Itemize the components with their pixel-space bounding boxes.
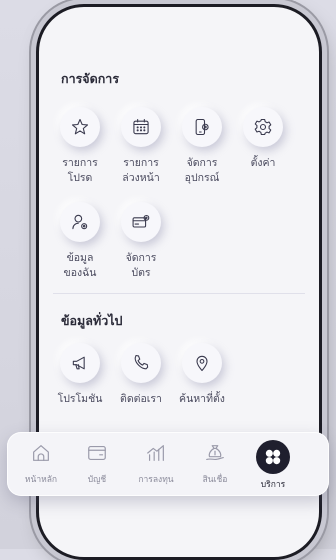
section-title-manage: การจัดการ [61, 71, 120, 86]
tab-label: บัญชี [87, 475, 107, 485]
tab-label: สินเชื่อ [202, 475, 228, 485]
section-title-general: ข้อมูลทั่วไป [61, 313, 123, 328]
tab-label: หน้าหลัก [24, 475, 58, 485]
device-settings-icon [195, 118, 209, 136]
gear-icon [254, 118, 272, 136]
user-settings-icon [72, 214, 88, 230]
tab-accounts[interactable]: บัญชี [69, 442, 125, 486]
menu-item-label: จัดการ อุปกรณ์ [184, 157, 220, 184]
wallet-icon [88, 445, 106, 461]
location-pin-icon [196, 355, 208, 372]
card-settings-icon [132, 214, 150, 228]
menu-item-manage-devices[interactable]: จัดการ อุปกรณ์ [171, 107, 233, 186]
tab-label: การลงทุน [138, 475, 174, 485]
menu-item-label: โปรโมชัน [57, 393, 103, 405]
menu-item-label: ค้นหาที่ตั้ง [179, 393, 225, 405]
menu-item-label: ติดต่อเรา [120, 393, 162, 405]
tab-investment[interactable]: การลงทุน [128, 442, 184, 486]
menu-item-contact-us[interactable]: ติดต่อเรา [110, 343, 172, 407]
menu-item-promotions[interactable]: โปรโมชัน [49, 343, 111, 407]
home-icon [33, 445, 49, 461]
phone-icon [134, 354, 149, 370]
tab-home[interactable]: หน้าหลัก [13, 442, 69, 486]
megaphone-icon [72, 356, 85, 370]
menu-item-label: ตั้งค่า [250, 157, 276, 169]
menu-item-label: รายการ โปรด [62, 157, 98, 184]
menu-item-find-location[interactable]: ค้นหาที่ตั้ง [171, 343, 233, 407]
menu-item-label: รายการ ล่วงหน้า [122, 157, 160, 184]
menu-item-my-info[interactable]: ข้อมูล ของฉัน [49, 202, 111, 281]
menu-item-manage-cards[interactable]: จัดการ บัตร [110, 202, 172, 281]
menu-item-label: ข้อมูล ของฉัน [63, 252, 97, 279]
section-divider [53, 293, 305, 294]
menu-item-scheduled[interactable]: รายการ ล่วงหน้า [110, 107, 172, 186]
tab-loans[interactable]: สินเชื่อ [187, 442, 243, 486]
menu-item-settings[interactable]: ตั้งค่า [232, 107, 294, 171]
investment-chart-icon [147, 445, 164, 461]
menu-item-label: จัดการ บัตร [125, 252, 157, 279]
tab-label: บริการ [260, 480, 286, 490]
loan-money-bag-icon [206, 445, 224, 461]
calendar-icon [133, 118, 149, 135]
menu-item-favorites[interactable]: รายการ โปรด [49, 107, 111, 186]
tab-services[interactable]: บริการ [245, 440, 301, 491]
star-icon [71, 118, 89, 135]
bottom-tab-bar: หน้าหลัก บัญชี การลงทุน สินเชื่อ บริการ [7, 432, 329, 496]
services-grid-icon [265, 449, 281, 465]
